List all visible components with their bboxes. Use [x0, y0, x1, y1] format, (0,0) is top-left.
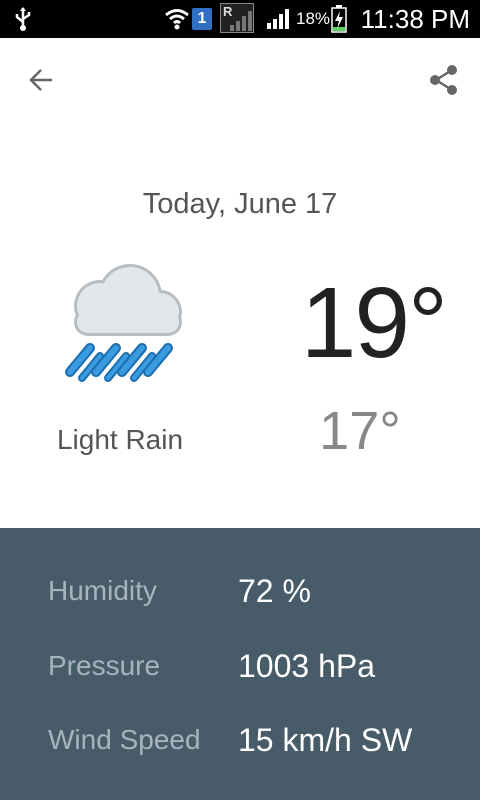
wind-speed-label: Wind Speed: [48, 724, 201, 755]
humidity-value: 72 %: [238, 573, 311, 609]
signal-strength-icon: [267, 9, 289, 29]
status-clock: 11:38 PM: [360, 4, 470, 34]
detail-row-pressure: Pressure 1003 hPa: [0, 641, 480, 691]
weather-condition: Light Rain: [56, 424, 184, 455]
status-bar: 1 R 18% 11:38 PM: [0, 0, 480, 38]
battery-charging-icon: [331, 5, 347, 33]
share-icon: [430, 65, 457, 95]
light-rain-icon: [65, 264, 182, 382]
usb-icon: [15, 7, 31, 31]
temperature-low: 17°: [319, 401, 401, 461]
back-button[interactable]: [24, 62, 60, 98]
wind-speed-value: 15 km/h SW: [238, 722, 413, 758]
share-button[interactable]: [424, 62, 464, 100]
forecast-date: Today, June 17: [142, 188, 338, 220]
temperature-high: 19°: [300, 267, 448, 379]
weather-details-panel: Humidity 72 % Pressure 1003 hPa Wind Spe…: [0, 528, 480, 800]
sim-slot-badge: 1: [192, 8, 212, 30]
pressure-label: Pressure: [48, 650, 161, 681]
pressure-value: 1003 hPa: [238, 648, 376, 684]
arrow-left-icon: [29, 69, 52, 91]
roaming-signal-icon: R: [220, 3, 254, 33]
battery-percent: 18%: [296, 9, 331, 28]
humidity-label: Humidity: [48, 575, 157, 606]
wifi-icon: [165, 9, 189, 30]
detail-row-humidity: Humidity 72 %: [0, 566, 480, 616]
detail-row-wind-speed: Wind Speed 15 km/h SW: [0, 715, 480, 765]
